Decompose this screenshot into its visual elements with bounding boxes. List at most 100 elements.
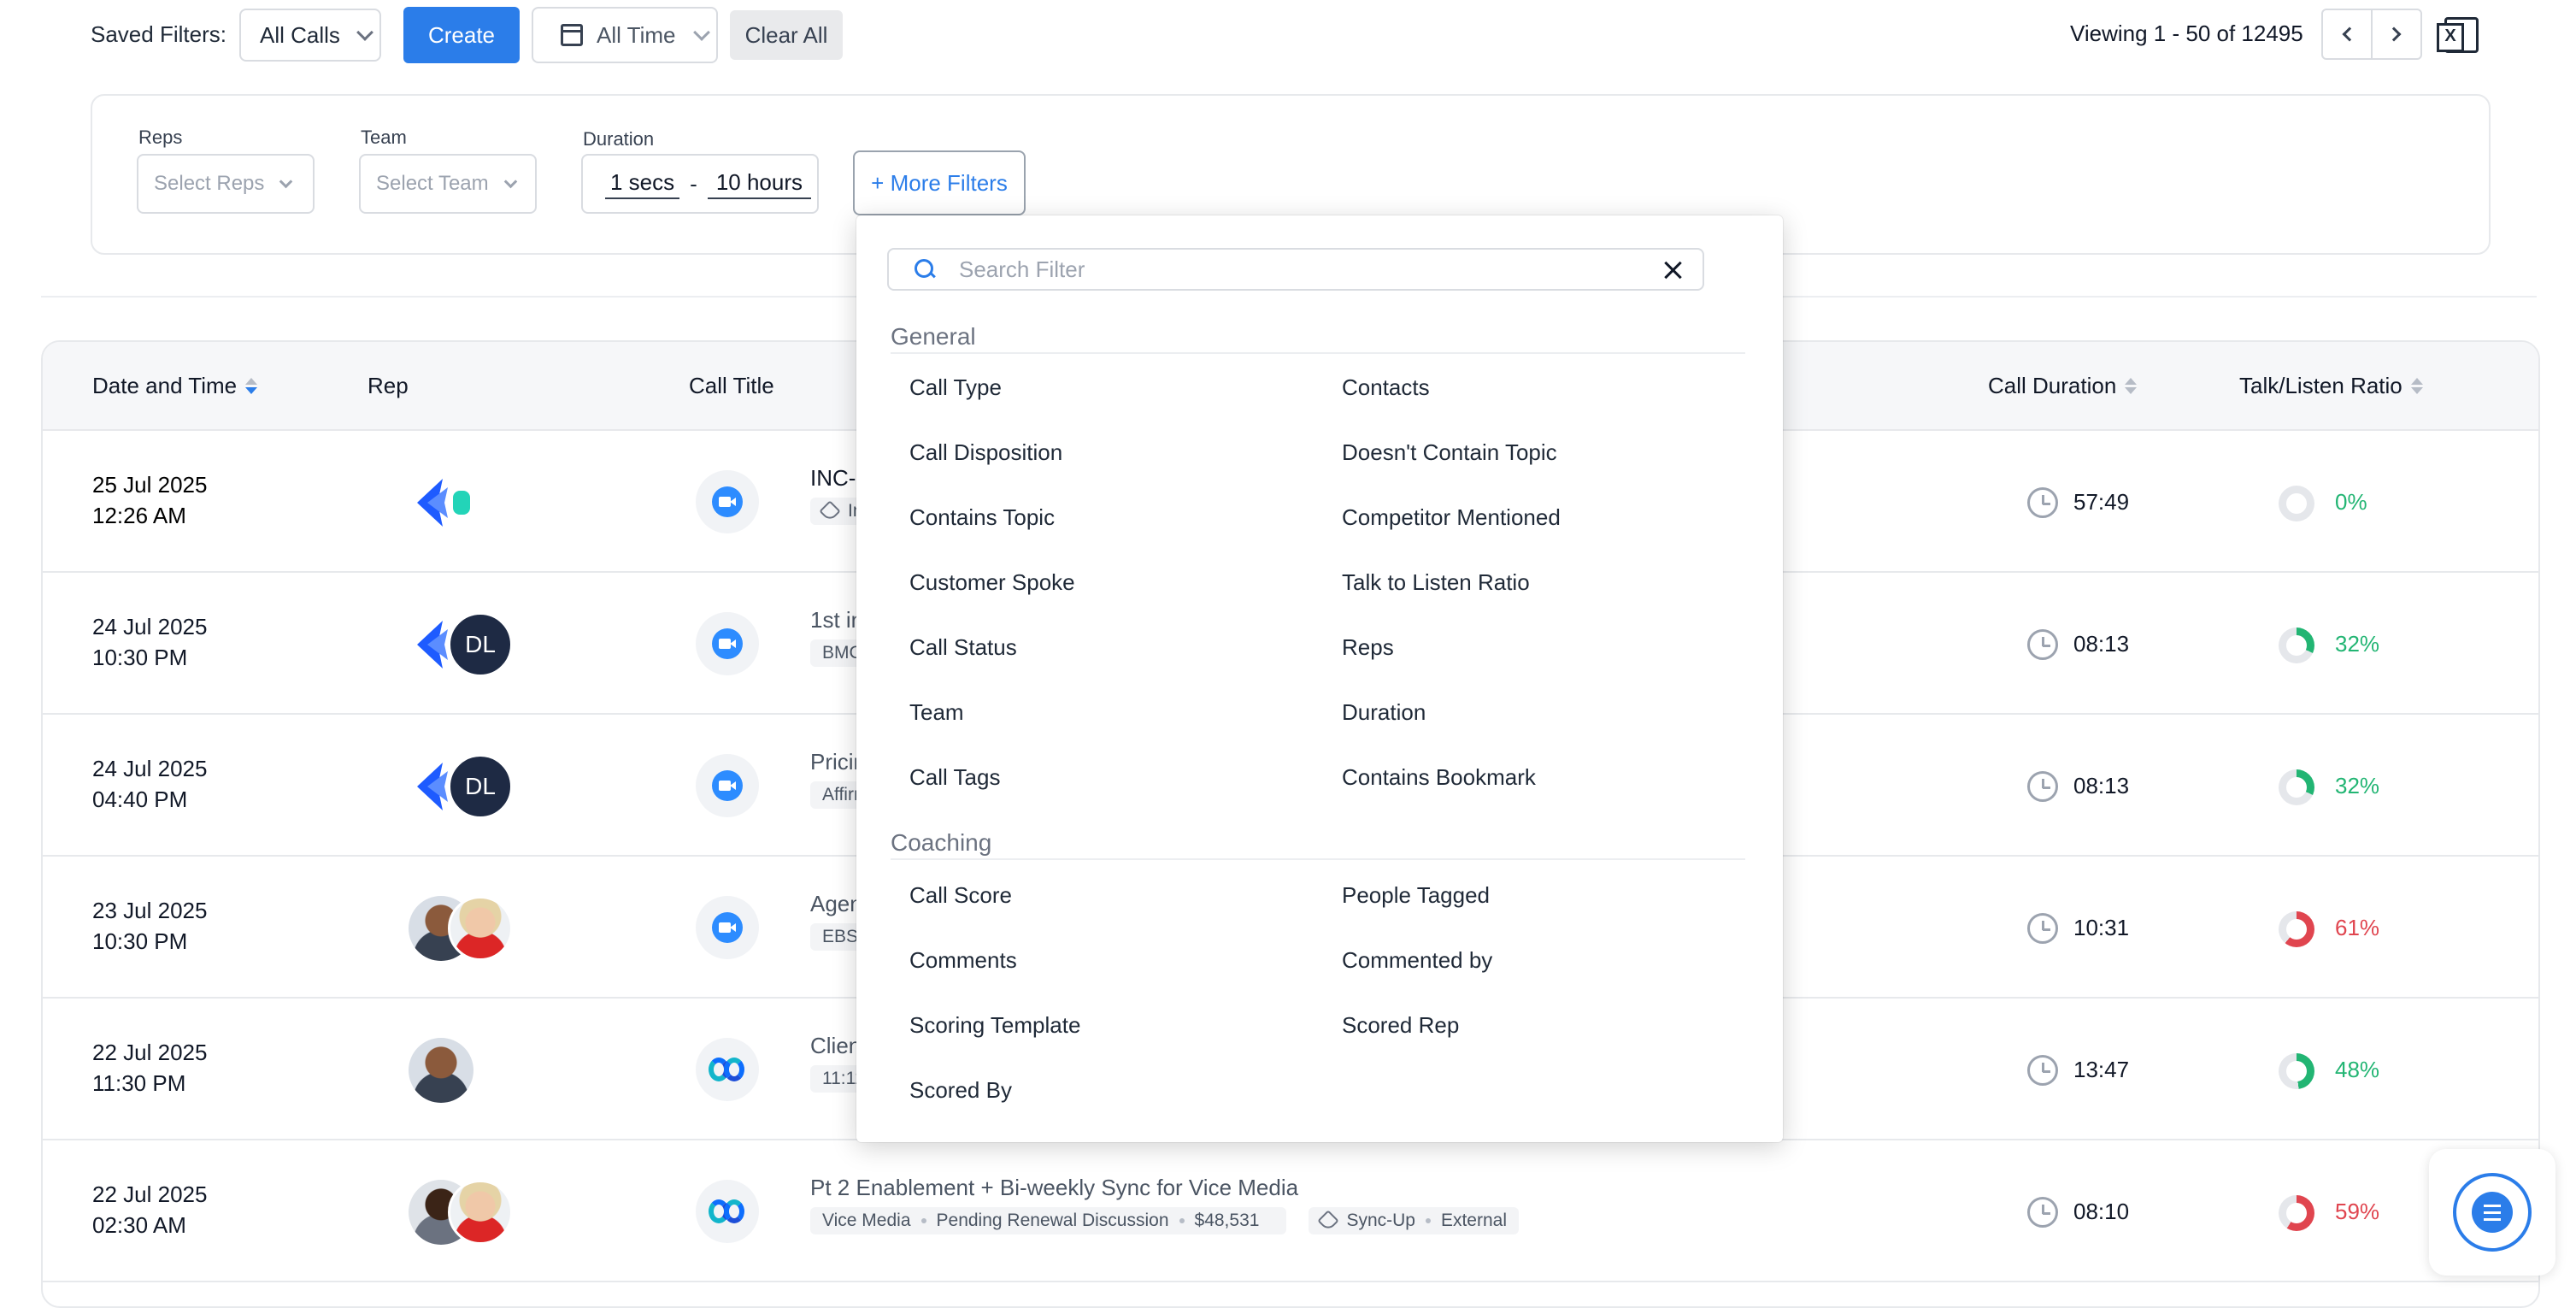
filter-option[interactable]: Reps (1342, 634, 1394, 661)
deal-amount: $48,531 (1194, 1211, 1260, 1230)
rep-avatar (448, 1180, 513, 1245)
team-placeholder: Select Team (376, 172, 489, 195)
filter-option[interactable]: Scored By (909, 1077, 1012, 1104)
next-page-button[interactable] (2371, 9, 2422, 60)
chevron-down-icon (356, 24, 373, 41)
filter-option[interactable]: People Tagged (1342, 882, 1490, 909)
duration-from-input[interactable]: 1 secs (605, 169, 680, 199)
header-call-title: Call Title (689, 373, 774, 399)
filter-option[interactable]: Doesn't Contain Topic (1342, 439, 1557, 466)
clock-icon (2027, 487, 2058, 518)
header-talk-listen-ratio[interactable]: Talk/Listen Ratio (2239, 373, 2423, 399)
search-icon (915, 259, 935, 280)
header-call-duration[interactable]: Call Duration (1988, 373, 2138, 399)
separator-dot (920, 1218, 926, 1223)
previous-page-button[interactable] (2321, 9, 2373, 60)
ratio-value: 61% (2335, 915, 2380, 940)
filter-search-box[interactable] (887, 248, 1704, 291)
filter-option[interactable]: Competitor Mentioned (1342, 504, 1561, 531)
filter-option[interactable]: Commented by (1342, 947, 1492, 974)
section-divider (891, 352, 1745, 354)
call-date: 23 Jul 2025 (92, 898, 208, 923)
floating-action-button[interactable] (2429, 1149, 2555, 1276)
team-select[interactable]: Select Team (359, 154, 537, 214)
call-meta: Vice Media Pending Renewal Discussion $4… (810, 1207, 1520, 1234)
call-duration: 08:10 (2073, 1199, 2130, 1224)
filter-option[interactable]: Duration (1342, 699, 1426, 726)
separator-dot (1179, 1218, 1185, 1223)
header-title-label: Call Title (689, 373, 774, 398)
header-rep-label: Rep (368, 373, 409, 398)
zoom-platform-icon (696, 612, 759, 675)
more-filters-button[interactable]: + More Filters (853, 150, 1026, 215)
header-date[interactable]: Date and Time (92, 373, 258, 399)
reps-placeholder: Select Reps (154, 172, 265, 195)
clock-icon (2027, 1055, 2058, 1086)
filter-option[interactable]: Contains Topic (909, 504, 1055, 531)
clock-icon (2027, 913, 2058, 944)
saved-filter-select[interactable]: All Calls (239, 9, 381, 62)
duration-to-input[interactable]: 10 hours (707, 169, 812, 199)
filter-option[interactable]: Talk to Listen Ratio (1342, 569, 1530, 596)
reps-select[interactable]: Select Reps (137, 154, 315, 214)
create-button[interactable]: Create (403, 7, 520, 63)
excel-export-icon[interactable] (2437, 17, 2479, 53)
header-rep: Rep (368, 373, 409, 399)
call-time: 02:30 AM (92, 1212, 186, 1238)
zoom-platform-icon (696, 754, 759, 817)
saved-filter-value: All Calls (260, 21, 340, 48)
filter-option[interactable]: Call Score (909, 882, 1012, 909)
call-date: 25 Jul 2025 (92, 472, 208, 498)
filter-option[interactable]: Team (909, 699, 964, 726)
call-time: 04:40 PM (92, 787, 188, 812)
call-duration: 08:13 (2073, 631, 2130, 657)
filter-option[interactable]: Call Disposition (909, 439, 1062, 466)
rep-initials-avatar: DL (448, 612, 513, 677)
sort-icon (2125, 378, 2138, 394)
table-row[interactable]: 22 Jul 2025 02:30 AM Pt 2 Enablement + B… (43, 1140, 2538, 1282)
duration-filter-label: Duration (583, 128, 655, 150)
ratio-ring (2279, 627, 2314, 663)
ratio-ring (2279, 911, 2314, 947)
filter-search-input[interactable] (959, 256, 1643, 283)
clock-icon (2027, 629, 2058, 660)
rep-initials-avatar: DL (448, 754, 513, 819)
header-duration-label: Call Duration (1988, 373, 2117, 398)
filter-option[interactable]: Call Type (909, 374, 1002, 401)
ratio-ring (2279, 1053, 2314, 1089)
time-range-value: All Time (597, 21, 676, 48)
viewing-count: Viewing 1 - 50 of 12495 (2070, 21, 2303, 46)
call-duration: 08:13 (2073, 773, 2130, 798)
tag-label: Sync-Up (1346, 1211, 1415, 1230)
company-logo-avatar (409, 470, 473, 535)
filter-option[interactable]: Customer Spoke (909, 569, 1075, 596)
chevron-right-icon (2386, 27, 2402, 42)
webex-platform-icon (696, 1180, 759, 1243)
filter-option[interactable]: Contacts (1342, 374, 1430, 401)
ratio-value: 32% (2335, 773, 2380, 798)
duration-range: 1 secs - 10 hours (581, 154, 819, 214)
ratio-ring (2279, 769, 2314, 805)
filter-option[interactable]: Contains Bookmark (1342, 764, 1536, 791)
filter-option[interactable]: Call Status (909, 634, 1017, 661)
call-title[interactable]: Pt 2 Enablement + Bi-weekly Sync for Vic… (810, 1175, 1298, 1201)
call-date: 22 Jul 2025 (92, 1040, 208, 1065)
zoom-platform-icon (696, 470, 759, 533)
ratio-value: 59% (2335, 1199, 2380, 1224)
chevron-down-icon (503, 174, 517, 188)
close-icon[interactable] (1663, 260, 1682, 279)
filter-option[interactable]: Comments (909, 947, 1017, 974)
call-time: 10:30 PM (92, 645, 188, 670)
ratio-value: 32% (2335, 631, 2380, 657)
list-icon (2453, 1173, 2532, 1252)
filter-option[interactable]: Scoring Template (909, 1012, 1080, 1039)
general-section-title: General (891, 323, 976, 350)
tag-label: External (1440, 1211, 1508, 1230)
filter-option[interactable]: Scored Rep (1342, 1012, 1459, 1039)
rep-avatar (448, 896, 513, 961)
clock-icon (2027, 1197, 2058, 1228)
filter-option[interactable]: Call Tags (909, 764, 1000, 791)
clear-all-button[interactable]: Clear All (730, 10, 843, 60)
time-range-select[interactable]: All Time (532, 7, 718, 63)
team-filter-label: Team (361, 127, 407, 148)
